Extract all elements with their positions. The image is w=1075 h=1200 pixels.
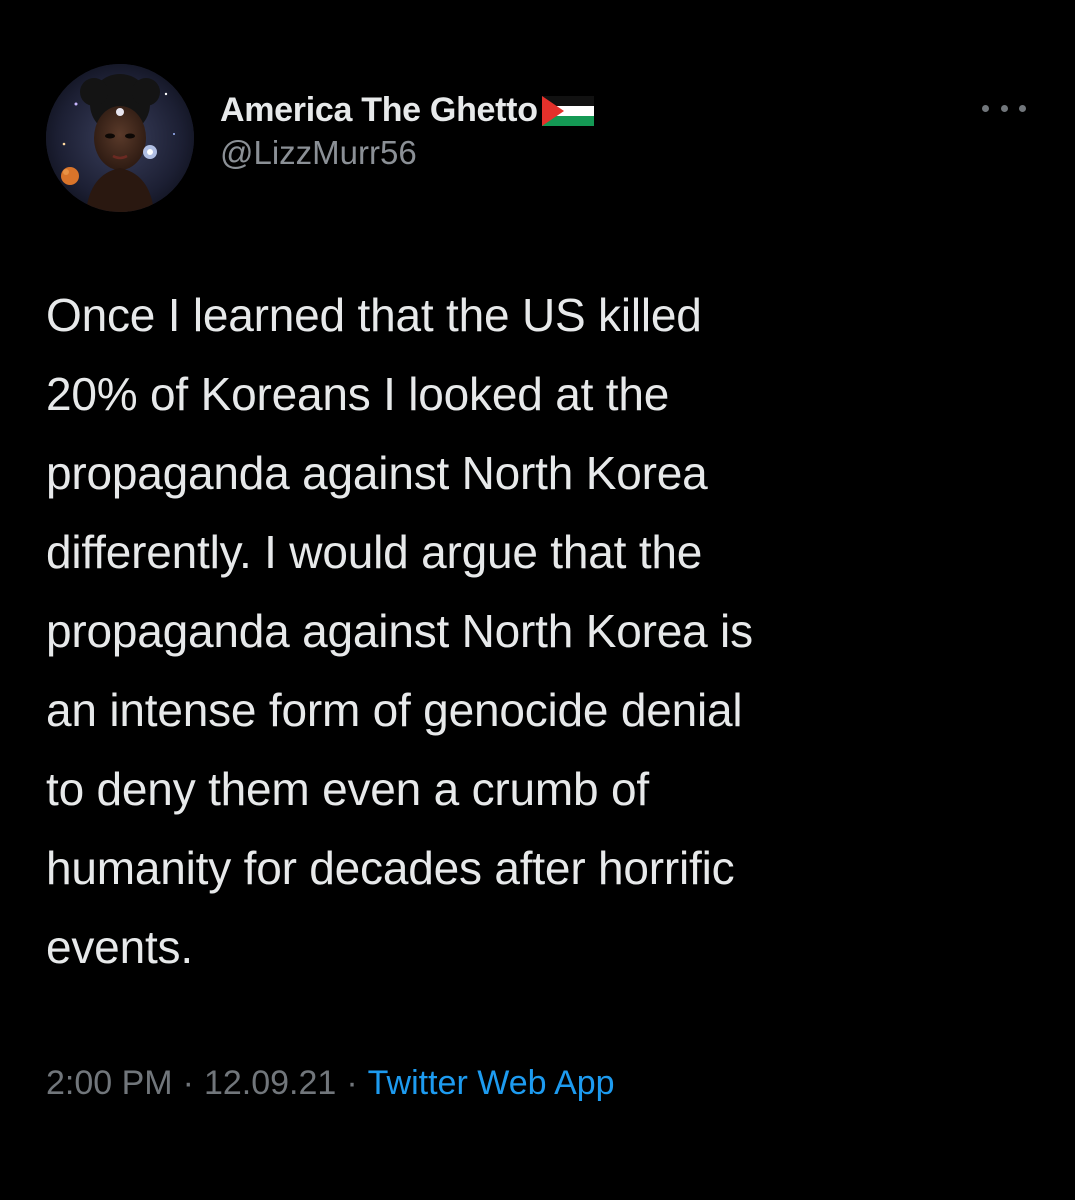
tweet-meta: 2:00 PM · 12.09.21 · Twitter Web App [46, 1064, 615, 1103]
more-options-icon-dot [1000, 104, 1008, 112]
author-handle[interactable]: @LizzMurr56 [220, 134, 594, 172]
more-options-button[interactable] [982, 96, 1026, 120]
author-block: America The Ghetto @LizzMurr56 [220, 88, 594, 172]
meta-separator: · [182, 1064, 194, 1102]
display-name-row: America The Ghetto [220, 88, 594, 132]
profile-avatar[interactable] [46, 64, 194, 212]
more-options-icon-dot [982, 104, 989, 112]
display-name[interactable]: America The Ghetto [220, 91, 538, 130]
tweet-text: Once I learned that the US killed 20% of… [46, 289, 753, 973]
tweet-card: America The Ghetto @LizzMurr56 Once I le… [0, 0, 1075, 1200]
avatar-portrait-icon [46, 64, 194, 212]
more-options-icon-dot [1019, 104, 1026, 112]
tweet-source-link[interactable]: Twitter Web App [368, 1064, 615, 1103]
palestine-flag-icon [541, 96, 594, 126]
tweet-time[interactable]: 2:00 PM [46, 1064, 173, 1103]
tweet-date[interactable]: 12.09.21 [204, 1064, 336, 1103]
meta-separator: · [346, 1064, 358, 1102]
